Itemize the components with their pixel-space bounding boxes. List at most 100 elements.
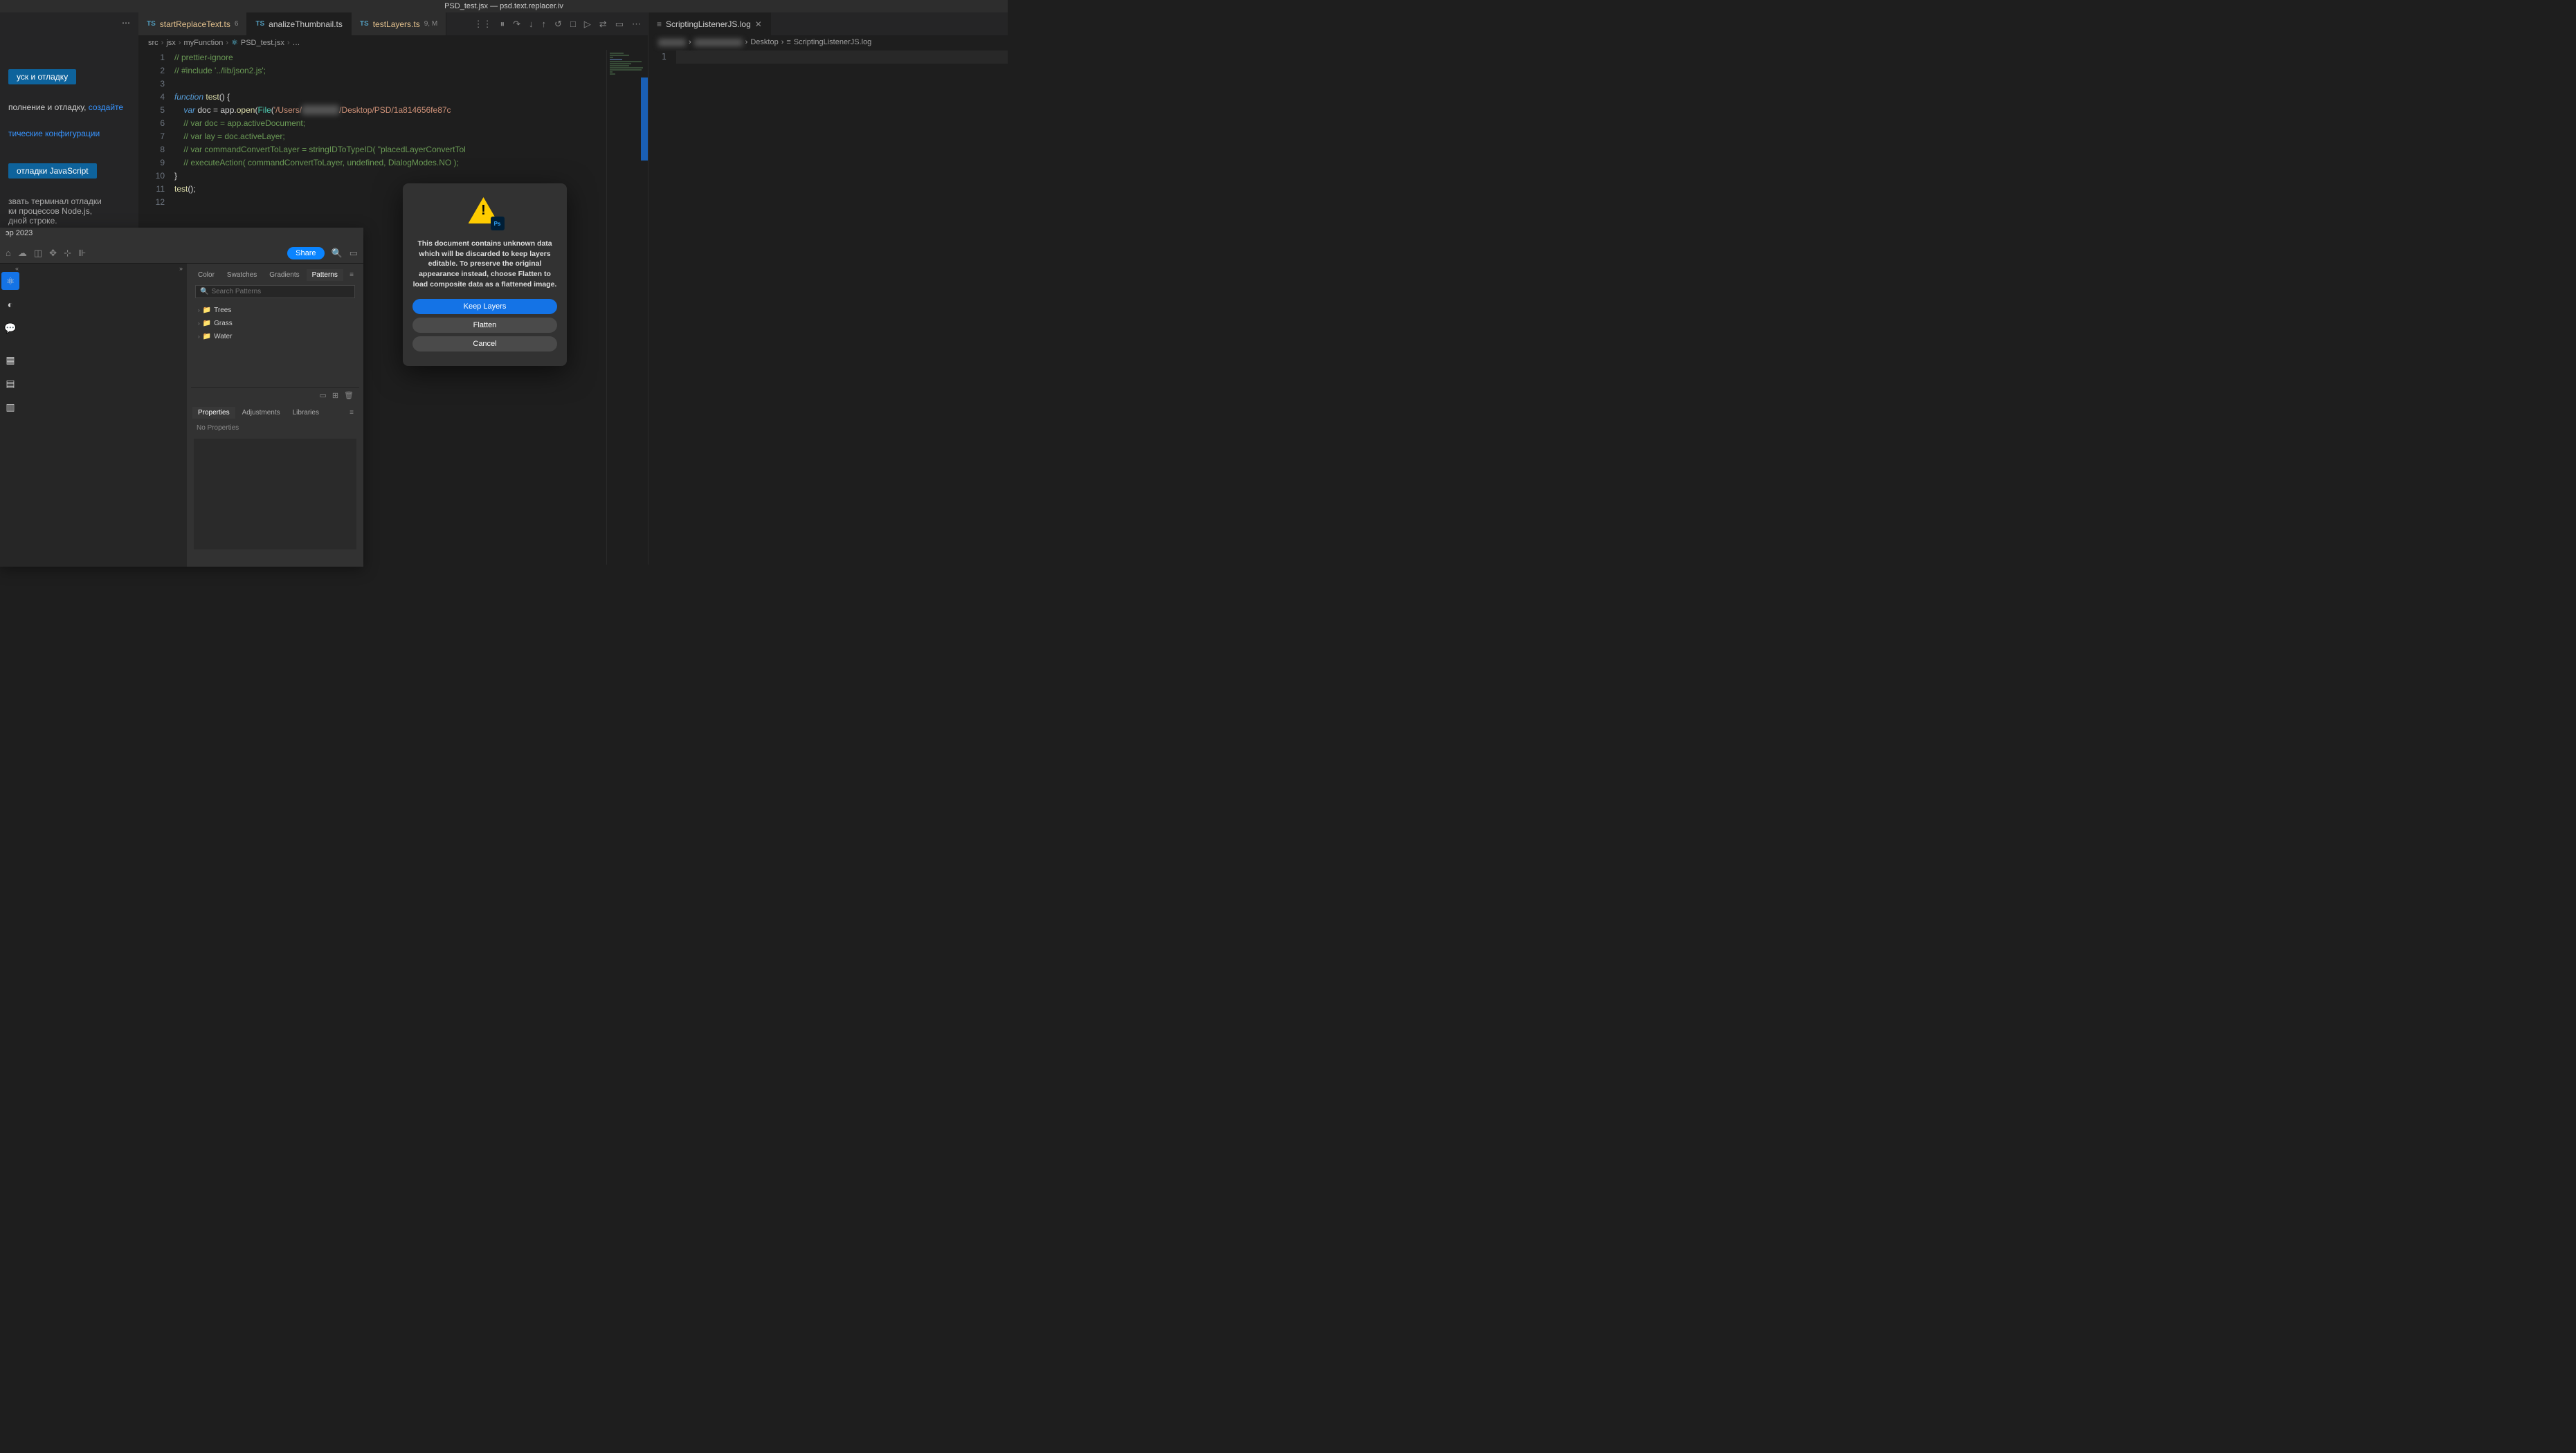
pattern-folder-water[interactable]: ›📁Water [197, 330, 354, 343]
close-icon[interactable]: ✕ [755, 19, 762, 29]
cancel-button[interactable]: Cancel [412, 336, 557, 351]
file-icon: ≡ [657, 19, 662, 29]
panel-tab-libraries[interactable]: Libraries [287, 407, 325, 419]
folder-label: Trees [214, 307, 231, 314]
breadcrumb-segment[interactable]: myFunction [183, 39, 223, 47]
pause-icon[interactable]: ⏸ [500, 19, 505, 30]
panel-tab-properties[interactable]: Properties [192, 407, 235, 419]
search-icon: 🔍 [200, 288, 208, 295]
collapse-left-icon[interactable]: « [15, 265, 19, 272]
editor-tab[interactable]: TS analizeThumbnail.ts [247, 12, 352, 35]
typescript-icon: TS [360, 20, 369, 28]
properties-empty-area [194, 439, 356, 549]
panel-tab-color[interactable]: Color [192, 269, 220, 281]
library-icon[interactable]: ▥ [1, 398, 19, 416]
breadcrumb-segment[interactable]: PSD_test.jsx [241, 39, 284, 47]
cloud-icon[interactable]: ☁ [18, 248, 27, 259]
chevron-right-icon: › [226, 39, 228, 47]
create-link[interactable]: создайте [89, 102, 123, 112]
patterns-panel: ColorSwatchesGradientsPatterns≡ 🔍 Search… [191, 268, 359, 403]
chevron-right-icon: › [198, 307, 200, 313]
trash-icon[interactable]: 🗑 [344, 391, 354, 400]
layers-tool-icon[interactable]: ▤ [1, 374, 19, 392]
help-text-line: ки процессов Node.js, [8, 206, 130, 216]
panel-tab-adjustments[interactable]: Adjustments [237, 407, 286, 419]
stop-icon[interactable]: □ [570, 19, 576, 29]
search-icon[interactable]: 🔍 [332, 248, 343, 259]
move-icon[interactable]: ✥ [49, 248, 57, 259]
scroll-marker[interactable] [641, 77, 648, 161]
flatten-button[interactable]: Flatten [412, 318, 557, 333]
help-text-line: звать терминал отладки [8, 197, 130, 206]
align-icon[interactable]: ⊪ [78, 248, 86, 259]
photoshop-badge-icon: Ps [491, 217, 505, 230]
compare-icon[interactable]: ⇄ [599, 19, 607, 30]
drag-icon[interactable]: ⋮⋮ [474, 19, 492, 30]
tab-bar-right: ≡ ScriptingListenerJS.log ✕ [648, 12, 1008, 35]
editor-pane-right: ≡ ScriptingListenerJS.log ✕ › › Desktop … [648, 12, 1008, 565]
breadcrumb-segment[interactable]: … [293, 39, 300, 47]
folder-icon[interactable]: ▭ [319, 391, 326, 400]
breadcrumb-segment[interactable]: ScriptingListenerJS.log [794, 38, 872, 46]
restart-icon[interactable]: ↺ [554, 19, 562, 30]
file-icon: ≡ [786, 38, 790, 46]
panel-menu-icon[interactable]: ≡ [345, 269, 358, 281]
select-icon[interactable]: ◫ [34, 248, 42, 259]
atom-tool-icon[interactable]: ⚛ [1, 272, 19, 290]
folder-label: Water [214, 333, 232, 340]
chevron-right-icon: › [161, 39, 164, 47]
tab-label: ScriptingListenerJS.log [666, 19, 751, 29]
redacted-path [694, 39, 743, 46]
split-icon[interactable]: ▭ [615, 19, 624, 30]
pattern-search-input[interactable]: 🔍 Search Patterns [195, 285, 355, 298]
run-debug-button[interactable]: уск и отладку [8, 69, 76, 84]
folder-icon: 📁 [203, 307, 211, 314]
breadcrumb[interactable]: src›jsx›myFunction›⚛PSD_test.jsx›… [138, 35, 648, 50]
new-icon[interactable]: ⊞ [332, 391, 338, 400]
home-icon[interactable]: ⌂ [6, 248, 11, 258]
step-into-icon[interactable]: ↓ [529, 19, 534, 29]
panel-menu-icon[interactable]: ≡ [345, 407, 358, 419]
breadcrumb-segment[interactable]: jsx [166, 39, 175, 47]
breadcrumb-segment[interactable]: src [148, 39, 158, 47]
workspace-icon[interactable]: ▭ [350, 248, 358, 259]
editor-tab[interactable]: TS startReplaceText.ts 6 [138, 12, 247, 35]
editor-tab[interactable]: TS testLayers.ts 9, M [352, 12, 446, 35]
photoshop-titlebar[interactable]: эр 2023 [0, 228, 363, 243]
photoshop-canvas-area[interactable]: « » ⚛ ◐ 💬 ▦ ▤ ▥ [0, 264, 187, 567]
share-button[interactable]: Share [287, 247, 324, 259]
breadcrumb-segment[interactable]: Desktop [750, 38, 778, 46]
transform-icon[interactable]: ⊹ [64, 248, 71, 259]
photoshop-panels: ColorSwatchesGradientsPatterns≡ 🔍 Search… [187, 264, 363, 567]
chevron-right-icon: › [287, 39, 290, 47]
chat-icon[interactable]: 💬 [1, 319, 19, 337]
pattern-folder-trees[interactable]: ›📁Trees [197, 304, 354, 317]
panel-tab-gradients[interactable]: Gradients [264, 269, 305, 281]
debug-help-text: полнение и отладку, [8, 102, 89, 112]
keep-layers-button[interactable]: Keep Layers [412, 299, 557, 314]
breadcrumb-right[interactable]: › › Desktop › ≡ ScriptingListenerJS.log [648, 35, 1008, 49]
chevron-right-icon: › [179, 39, 181, 47]
config-link[interactable]: тические конфигурации [8, 129, 100, 138]
redacted-path [658, 39, 686, 46]
tab-log-file[interactable]: ≡ ScriptingListenerJS.log ✕ [648, 12, 771, 35]
more-icon[interactable]: ⋯ [632, 19, 641, 30]
color-tool-icon[interactable]: ◐ [1, 295, 19, 313]
no-properties-label: No Properties [191, 420, 359, 436]
js-debug-button[interactable]: отладки JavaScript [8, 163, 97, 179]
step-over-icon[interactable]: ↷ [513, 19, 520, 30]
step-out-icon[interactable]: ↑ [542, 19, 547, 29]
pattern-folder-grass[interactable]: ›📁Grass [197, 317, 354, 330]
warning-icon: Ps [469, 197, 502, 230]
panel-tab-patterns[interactable]: Patterns [307, 269, 343, 281]
image-tool-icon[interactable]: ▦ [1, 351, 19, 369]
current-line-highlight[interactable] [676, 51, 1008, 64]
photoshop-warning-dialog: Ps This document contains unknown data w… [403, 183, 567, 366]
line-number-gutter: 1 [648, 49, 676, 64]
panel-tab-swatches[interactable]: Swatches [221, 269, 262, 281]
collapse-right-icon[interactable]: » [179, 265, 183, 272]
sidebar-more-icon[interactable]: ⋯ [0, 15, 138, 30]
folder-icon: 📁 [203, 320, 211, 327]
play-icon[interactable]: ▷ [584, 19, 591, 30]
minimap[interactable] [606, 50, 648, 565]
